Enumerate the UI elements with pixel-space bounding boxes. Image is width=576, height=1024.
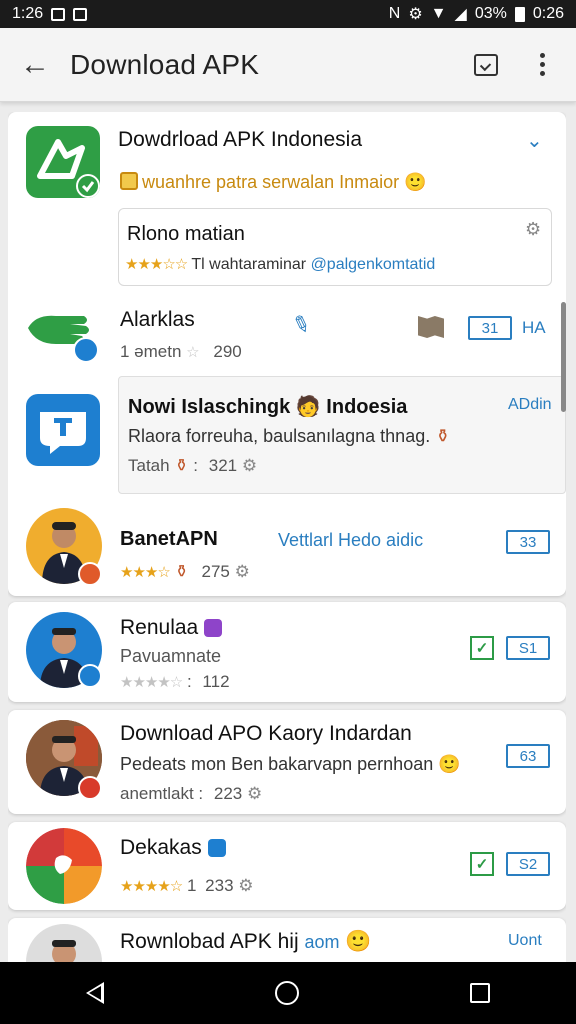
page-title: Download APK (70, 48, 260, 80)
rating-stars: ★★★☆☆ (125, 256, 188, 273)
item-count: 275 (201, 562, 230, 581)
featured-text: Tl wahtaraminar (191, 256, 307, 273)
folder-icon (474, 53, 498, 76)
item-title: Dekakas (120, 836, 202, 859)
map-icon[interactable] (418, 316, 444, 338)
badge-icon (78, 562, 102, 586)
rating-stars: ★★★★☆ (120, 878, 183, 895)
overflow-menu-button[interactable] (520, 43, 564, 87)
settings-icon: ⚙ (241, 456, 258, 475)
nav-recents-icon[interactable] (470, 983, 491, 1003)
item-count: 321 (208, 456, 238, 475)
check-icon[interactable]: ✓ (470, 636, 494, 660)
item-count: 290 (213, 342, 242, 361)
more-vert-icon (539, 53, 545, 76)
item-subtitle: wuanhre patra serwalan Inmaior (142, 172, 400, 192)
badge-icon (78, 664, 102, 688)
list-item[interactable]: Rownlobad APK hij aom 🙂 Uont (8, 918, 566, 962)
apk-logo-icon (26, 126, 100, 198)
featured-title: Rlono matian (127, 223, 245, 245)
list-item[interactable]: Download APO Kaory Indardan Pedeats mon … (8, 710, 566, 814)
item-count: 112 (202, 672, 230, 691)
item-title: Renulaa (120, 616, 199, 639)
battery-icon (514, 6, 525, 22)
item-link[interactable]: Uont (508, 932, 542, 950)
chat-app-icon (26, 394, 100, 466)
note-icon (120, 172, 138, 190)
item-meta: Tatah (128, 456, 170, 475)
status-clock: 0:26 (532, 5, 564, 22)
badge-icon (78, 776, 102, 800)
item-subtitle: Pavuamnate (120, 646, 222, 666)
version-badge[interactable]: 33 (506, 530, 550, 554)
settings-icon[interactable]: ⚙ (525, 219, 541, 240)
version-badge[interactable]: 63 (506, 744, 550, 768)
featured-box[interactable]: Rlono matian ⚙ ★★★☆☆ Tl wahtaraminar @pa… (118, 208, 552, 286)
item-title: Alarklas (120, 308, 195, 331)
wifi-icon: ▼ (430, 5, 447, 22)
item-count: 233 (205, 876, 234, 895)
emoji-icon: 🙂 (404, 172, 427, 192)
item-description: Pedeats mon Ben bakarvapn pernhoan (120, 754, 434, 774)
action-link[interactable]: ADdin (508, 396, 552, 414)
nfc-icon: N (388, 5, 401, 22)
item-meta: 1 əmetn (120, 342, 182, 361)
avatar-emoji-icon: 🧑 (295, 396, 321, 418)
chevron-down-icon[interactable]: ⌄ (526, 128, 543, 153)
notification-icon (51, 7, 66, 21)
star-icon: ☆ (186, 344, 199, 361)
signal-icon: ◢ (454, 6, 467, 23)
settings-icon: ⚙ (238, 876, 254, 895)
check-icon[interactable]: ✓ (470, 852, 494, 876)
item-title: Nowi Islaschingk (128, 396, 291, 418)
item-count: 223 (213, 784, 243, 803)
list-item[interactable]: Dowdrload APK Indonesia ⌄ wuanhre patra … (8, 112, 566, 596)
bottle-icon: ⚱ (174, 562, 189, 581)
item-title-suffix: Indoesia (326, 396, 408, 418)
app-list[interactable]: Dowdrload APK Indonesia ⌄ wuanhre patra … (8, 112, 566, 962)
version-badge[interactable]: S2 (506, 852, 550, 876)
item-link[interactable]: Vettlarl Hedo aidic (278, 530, 423, 551)
item-title: Download APO Kaory Indardan (120, 722, 412, 745)
featured-link[interactable]: @palgenkomtatid (311, 256, 436, 273)
status-bar: 1:26 N ⚙ ▼ ◢ 03% 0:26 (0, 0, 576, 28)
settings-icon: ⚙ (246, 784, 263, 803)
rating-stars: ★★★★☆ (120, 674, 183, 691)
image-notification-icon (73, 7, 88, 21)
item-title: Dowdrload APK Indonesia (118, 128, 362, 151)
battery-percent: 03% (474, 5, 507, 22)
item-extra: HA (522, 318, 546, 337)
list-item[interactable]: Dekakas ★★★★☆ 1 233 ⚙ ✓ S2 (8, 822, 566, 910)
scrollbar[interactable] (561, 302, 566, 412)
verified-icon (204, 619, 223, 638)
item-title-suffix: aom (304, 932, 340, 952)
item-title: Rownlobad APK hij (120, 930, 299, 953)
verified-icon (207, 839, 226, 858)
hand-icon (26, 308, 104, 364)
settings-icon: ⚙ (234, 562, 250, 581)
status-time: 1:26 (12, 5, 44, 22)
item-meta: anemtlakt (120, 784, 194, 803)
edit-icon[interactable]: ✎ (288, 310, 314, 341)
nav-home-icon[interactable] (274, 981, 299, 1005)
vibrate-icon: ⚙ (408, 6, 423, 23)
item-title: BanetAPN (120, 528, 218, 550)
emoji-icon: 🙂 (438, 754, 461, 774)
nav-back-icon[interactable] (85, 982, 104, 1004)
bottle-icon: ⚱ (435, 426, 451, 446)
version-badge[interactable]: 31 (468, 316, 512, 340)
emoji-icon: 🙂 (345, 930, 372, 953)
item-description: Rlaora forreuha, baulsanılagna thnag. (128, 426, 431, 446)
folder-button[interactable] (464, 43, 508, 87)
back-arrow-icon[interactable]: ← (0, 28, 70, 102)
list-item[interactable]: Renulaa Pavuamnate ★★★★☆ : 112 ✓ S1 (8, 602, 566, 702)
rating-stars: ★★★☆ (120, 564, 171, 581)
bottle-icon: ⚱ (174, 456, 189, 475)
version-badge[interactable]: S1 (506, 636, 550, 660)
app-logo-icon (26, 828, 102, 904)
avatar (26, 924, 102, 962)
app-bar: ← Download APK (0, 28, 576, 102)
navigation-bar (0, 962, 576, 1024)
